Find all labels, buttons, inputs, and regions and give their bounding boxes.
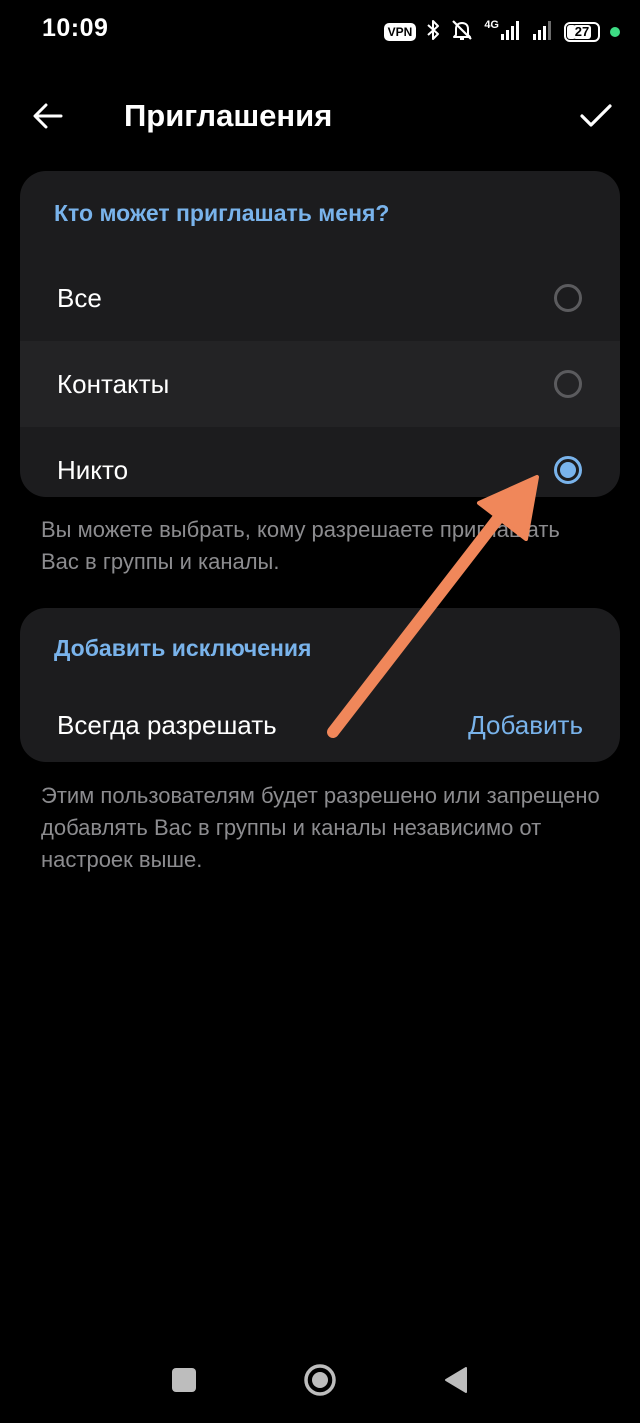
circle-icon: [304, 1364, 336, 1396]
option-contacts[interactable]: Контакты: [20, 341, 620, 427]
add-exception-button[interactable]: Добавить: [468, 710, 583, 741]
signal-icon: [500, 19, 522, 46]
square-icon: [172, 1368, 196, 1392]
charging-dot: [610, 27, 620, 37]
option-everyone[interactable]: Все: [20, 255, 620, 341]
invite-hint: Вы можете выбрать, кому разрешаете пригл…: [41, 517, 560, 574]
signal-icon: [532, 19, 554, 46]
status-bar: 10:09 VPN 4G 27: [0, 0, 640, 64]
option-label: Никто: [57, 454, 129, 485]
always-allow-row[interactable]: Всегда разрешать Добавить: [20, 688, 620, 762]
radio-button[interactable]: [554, 370, 582, 398]
option-label: Контакты: [57, 368, 170, 399]
status-time: 10:09: [42, 14, 109, 42]
confirm-button[interactable]: [572, 92, 620, 140]
recents-button[interactable]: [160, 1356, 208, 1404]
arrow-left-icon: [33, 103, 63, 129]
back-button[interactable]: [24, 92, 72, 140]
radio-button[interactable]: [554, 284, 582, 312]
always-allow-label: Всегда разрешать: [57, 709, 277, 740]
exceptions-card: Добавить исключения Всегда разрешать Доб…: [20, 608, 620, 762]
page-title: Приглашения: [124, 98, 333, 133]
status-icons: VPN 4G 27: [383, 16, 620, 48]
network-type: 4G: [484, 19, 499, 31]
invite-settings-card: Кто может приглашать меня? Все Контакты …: [20, 171, 620, 497]
section-header-who-can-invite: Кто может приглашать меня?: [54, 200, 390, 226]
section-header-exceptions: Добавить исключения: [54, 635, 312, 661]
option-label: Все: [57, 282, 102, 313]
battery-level: 27: [572, 24, 592, 39]
option-nobody[interactable]: Никто: [20, 427, 620, 497]
radio-selected-dot: [560, 462, 576, 478]
radio-button-selected[interactable]: [554, 456, 582, 484]
battery-icon: 27: [564, 22, 600, 42]
app-header: Приглашения: [0, 80, 640, 152]
bell-muted-icon: [450, 18, 474, 47]
home-button[interactable]: [296, 1356, 344, 1404]
check-icon: [580, 104, 612, 127]
system-nav-bar: [0, 1340, 640, 1423]
exceptions-hint: Этим пользователям будет разрешено или з…: [41, 783, 600, 872]
bluetooth-icon: [426, 19, 440, 46]
triangle-back-icon: [445, 1367, 467, 1393]
vpn-icon: VPN: [383, 23, 417, 41]
nav-back-button[interactable]: [432, 1356, 480, 1404]
